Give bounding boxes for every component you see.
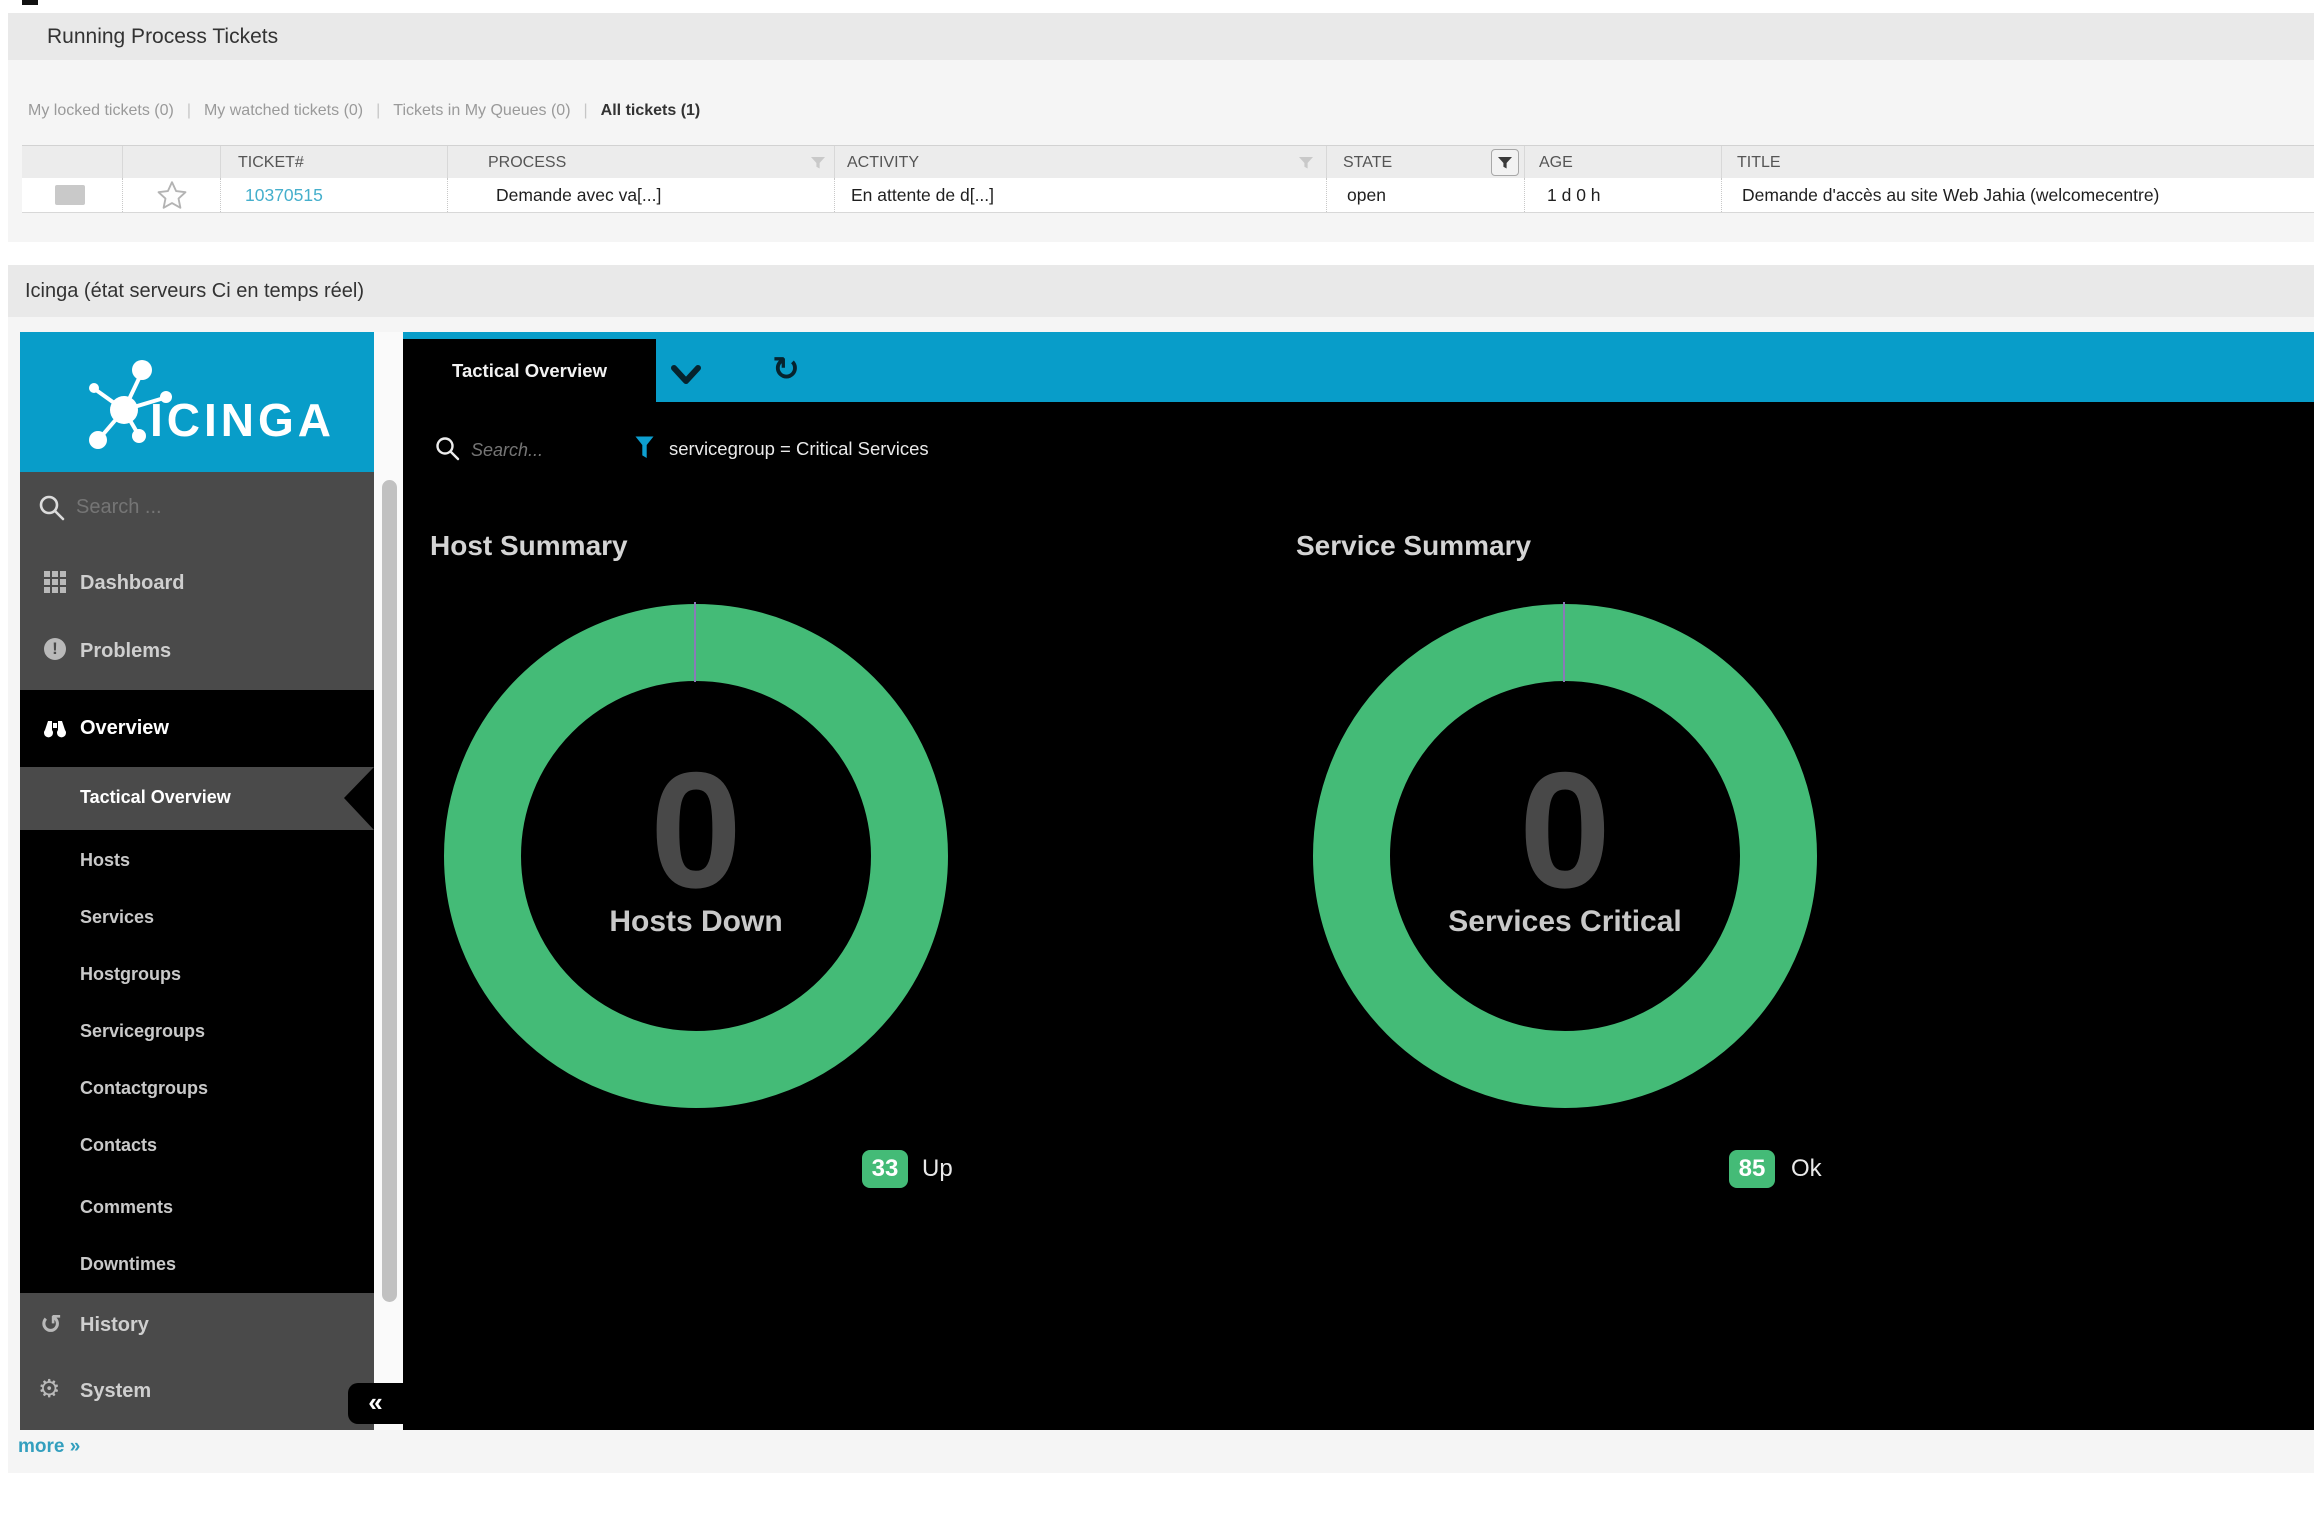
- icinga-logo-wordmark: ICINGA: [150, 390, 370, 450]
- hosts-up-badge[interactable]: 33: [862, 1150, 908, 1188]
- icinga-widget-title: Icinga (état serveurs Ci en temps réel): [25, 265, 364, 317]
- collapse-sidebar-button[interactable]: «: [348, 1383, 403, 1424]
- svg-text:ICINGA: ICINGA: [150, 394, 335, 446]
- tab-separator: |: [174, 102, 204, 119]
- tab-tactical-overview[interactable]: Tactical Overview: [403, 339, 656, 402]
- selected-item-arrow-icon: [344, 767, 374, 830]
- service-summary-title: Service Summary: [1296, 530, 1531, 562]
- cell-age: 1 d 0 h: [1525, 178, 1722, 212]
- system-icon: ⚙: [38, 1374, 60, 1404]
- hosts-down-label: Hosts Down: [444, 905, 948, 939]
- ticket-row[interactable]: 10370515 Demande avec va[...] En attente…: [22, 178, 2314, 213]
- host-donut-slice-tick: [694, 602, 696, 682]
- hosts-up-label: Up: [922, 1150, 953, 1188]
- tab-my-locked-tickets[interactable]: My locked tickets (0): [28, 102, 174, 119]
- overview-submenu: Hosts Services Hostgroups Servicegroups …: [20, 830, 374, 1293]
- state-badge: open: [1347, 185, 1386, 205]
- binoculars-icon: [43, 716, 67, 740]
- cell-ticket[interactable]: 10370515: [221, 178, 448, 212]
- icinga-main-content: servicegroup = Critical Services Host Su…: [403, 402, 2314, 1430]
- icinga-sidebar: Dashboard ! Problems Overview Tactical O…: [20, 472, 374, 1430]
- star-icon[interactable]: [156, 180, 188, 211]
- sidebar-search-input[interactable]: [74, 488, 328, 526]
- sidebar-item-contactgroups[interactable]: Contactgroups: [80, 1074, 208, 1102]
- icinga-widget-header: Icinga (état serveurs Ci en temps réel): [8, 265, 2314, 317]
- col-select: [22, 146, 123, 179]
- tab-separator: |: [571, 102, 601, 119]
- sidebar-item-hostgroups[interactable]: Hostgroups: [80, 960, 181, 988]
- sidebar-item-contacts[interactable]: Contacts: [80, 1131, 157, 1159]
- filter-icon[interactable]: [635, 436, 654, 459]
- ticket-filter-tabs: My locked tickets (0)|My watched tickets…: [28, 95, 700, 127]
- sidebar-item-downtimes[interactable]: Downtimes: [80, 1250, 176, 1278]
- filter-icon[interactable]: [1298, 156, 1314, 170]
- sidebar-item-system[interactable]: ⚙ System: [20, 1360, 374, 1430]
- cell-select[interactable]: [22, 178, 123, 212]
- active-filter-label[interactable]: servicegroup = Critical Services: [669, 433, 929, 465]
- cell-process: Demande avec va[...]: [448, 178, 835, 212]
- tickets-widget-title: Running Process Tickets: [47, 13, 278, 60]
- cell-state: open: [1327, 178, 1525, 212]
- sidebar-item-history[interactable]: ↺ History: [20, 1293, 374, 1360]
- cell-title: Demande d'accès au site Web Jahia (welco…: [1722, 178, 2314, 212]
- filter-icon[interactable]: [810, 156, 826, 170]
- dashboard-icon: [44, 571, 66, 593]
- sidebar-item-hosts[interactable]: Hosts: [80, 846, 130, 874]
- cell-activity: En attente de d[...]: [835, 178, 1327, 212]
- more-link[interactable]: more »: [18, 1436, 80, 1458]
- search-icon: [38, 494, 66, 522]
- ticket-number-link[interactable]: 10370515: [245, 185, 323, 205]
- sidebar-item-problems[interactable]: ! Problems: [20, 623, 374, 679]
- col-activity[interactable]: ACTIVITY: [835, 146, 1327, 179]
- col-process[interactable]: PROCESS: [448, 146, 835, 179]
- sidebar-scrollbar-thumb[interactable]: [382, 480, 397, 1302]
- host-summary-title: Host Summary: [430, 530, 628, 562]
- screen-artifact: [22, 0, 38, 5]
- ticket-select-box[interactable]: [55, 185, 85, 205]
- col-title[interactable]: TITLE: [1722, 146, 2314, 179]
- col-ticket[interactable]: TICKET#: [221, 146, 448, 179]
- tickets-widget-header: Running Process Tickets: [8, 13, 2314, 60]
- icinga-logo-block[interactable]: ICINGA: [20, 332, 374, 472]
- services-ok-badge[interactable]: 85: [1729, 1150, 1775, 1188]
- ticket-table-header: TICKET# PROCESS ACTIVITY STATE AGE TITLE: [22, 145, 2314, 180]
- tab-my-watched-tickets[interactable]: My watched tickets (0): [204, 102, 363, 119]
- sidebar-item-tactical-overview[interactable]: Tactical Overview: [20, 767, 374, 830]
- collapse-icon: «: [368, 1387, 382, 1417]
- col-state[interactable]: STATE: [1327, 146, 1525, 179]
- cell-star[interactable]: [123, 178, 221, 212]
- sidebar-item-services[interactable]: Services: [80, 903, 154, 931]
- tab-all-tickets[interactable]: All tickets (1): [601, 102, 701, 119]
- col-star: [123, 146, 221, 179]
- tab-tickets-in-my-queues[interactable]: Tickets in My Queues (0): [393, 102, 570, 119]
- sidebar-item-servicegroups[interactable]: Servicegroups: [80, 1017, 205, 1045]
- col-age[interactable]: AGE: [1525, 146, 1722, 179]
- sidebar-item-comments[interactable]: Comments: [80, 1193, 173, 1221]
- chevron-down-icon[interactable]: [669, 363, 703, 387]
- service-donut-slice-tick: [1563, 602, 1565, 682]
- content-search-input[interactable]: [469, 433, 623, 467]
- services-critical-value: 0: [1313, 750, 1817, 910]
- filter-active-icon[interactable]: [1491, 149, 1519, 176]
- sidebar-item-overview[interactable]: Overview: [20, 690, 374, 767]
- sidebar-item-dashboard[interactable]: Dashboard: [20, 555, 374, 611]
- hosts-down-value: 0: [444, 750, 948, 910]
- problems-icon: !: [44, 638, 66, 660]
- services-ok-label: Ok: [1791, 1150, 1822, 1188]
- refresh-icon[interactable]: ↻: [766, 349, 806, 389]
- history-icon: ↺: [40, 1309, 62, 1339]
- tab-separator: |: [363, 102, 393, 119]
- search-icon: [435, 436, 461, 462]
- services-critical-label: Services Critical: [1313, 905, 1817, 939]
